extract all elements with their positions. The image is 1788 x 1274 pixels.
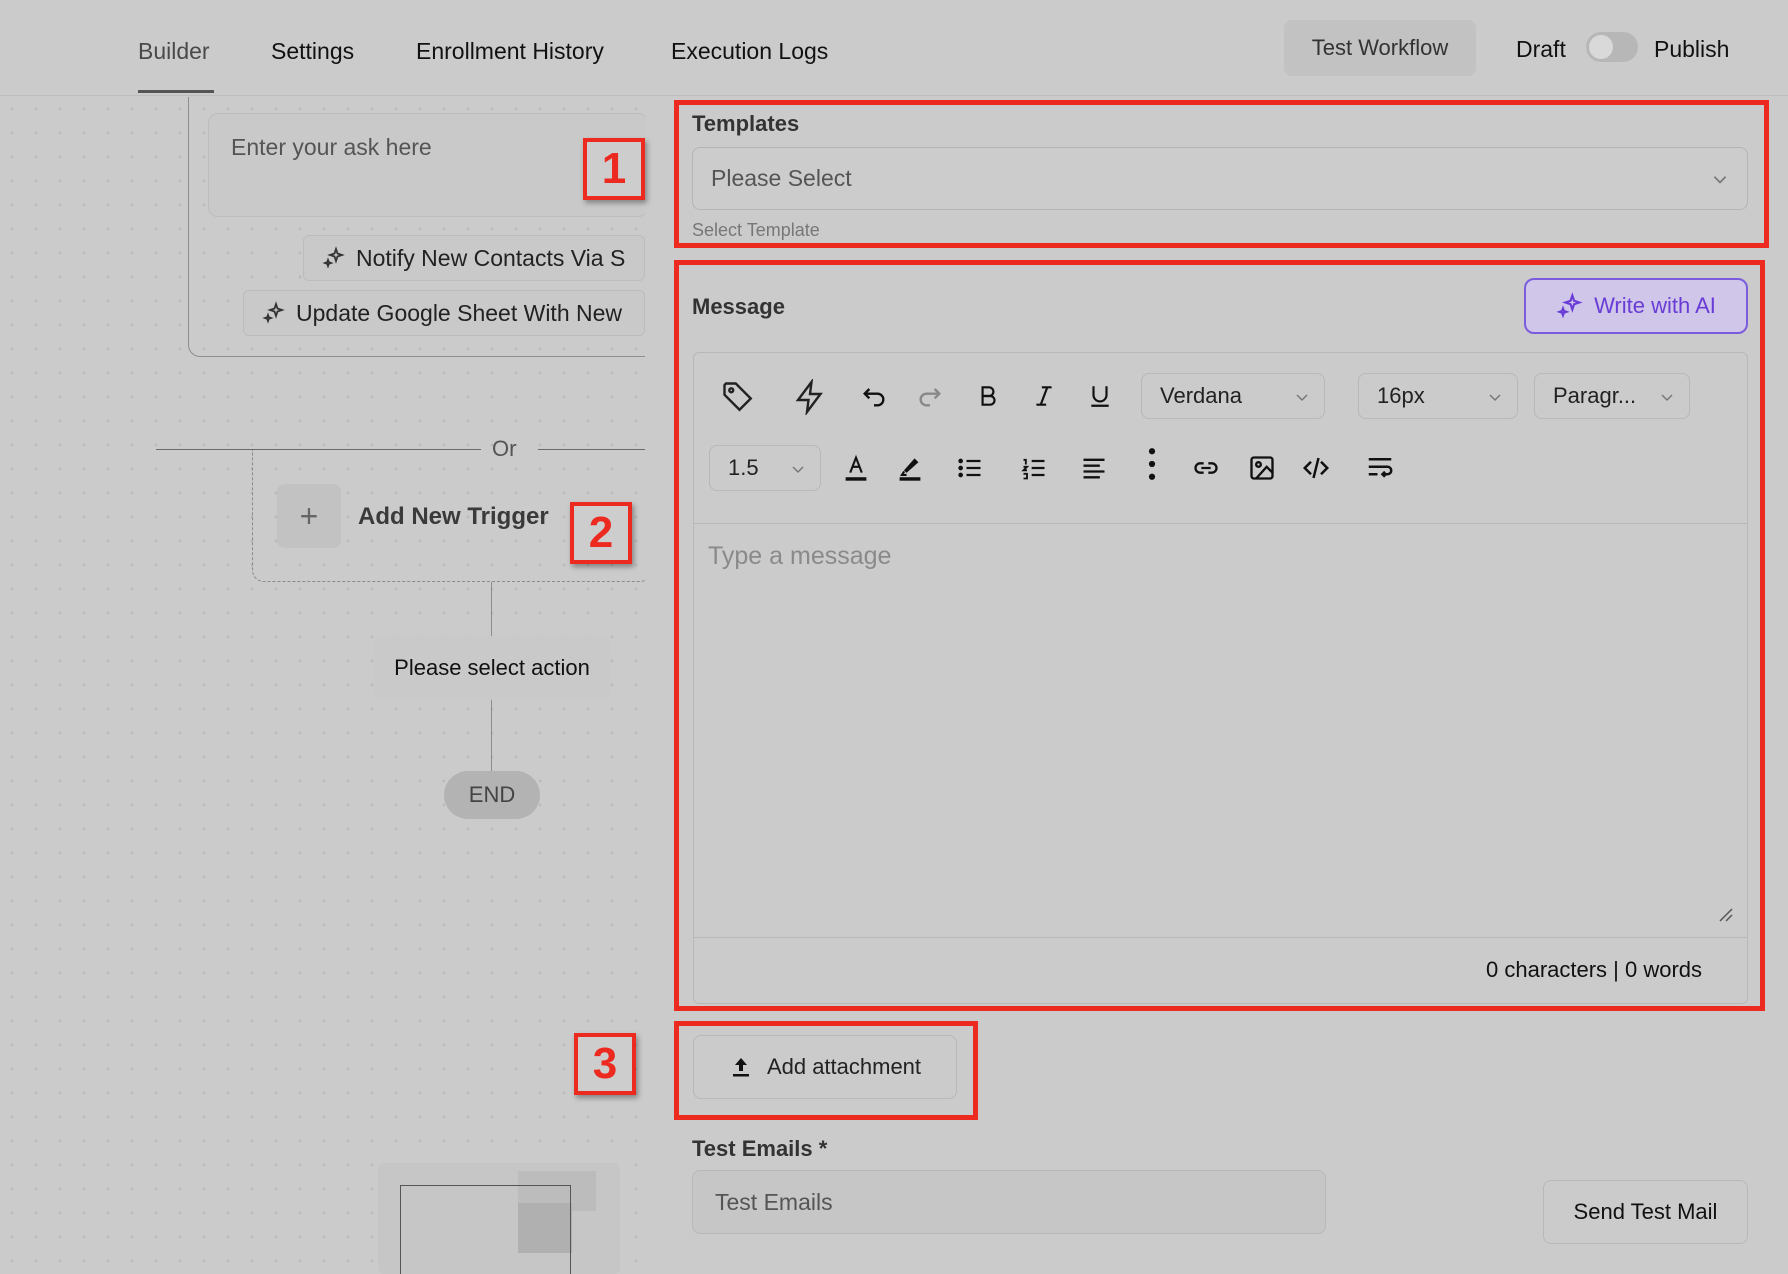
minimap[interactable] — [378, 1163, 620, 1274]
highlight-box-templates — [674, 100, 1769, 248]
send-test-mail-button[interactable]: Send Test Mail — [1543, 1180, 1748, 1244]
active-tab-indicator — [138, 90, 214, 93]
test-emails-label: Test Emails * — [692, 1136, 828, 1161]
publish-toggle[interactable] — [1586, 32, 1638, 62]
plus-icon[interactable]: + — [277, 484, 341, 548]
tab-builder[interactable]: Builder — [138, 38, 210, 65]
tab-execution-logs[interactable]: Execution Logs — [671, 38, 828, 65]
callout-2: 2 — [570, 502, 632, 564]
suggestion-chip[interactable]: Notify New Contacts Via S — [303, 235, 645, 281]
tab-settings[interactable]: Settings — [271, 38, 354, 65]
callout-1: 1 — [583, 138, 645, 200]
highlight-box-attachment — [674, 1021, 978, 1120]
suggestion-label: Notify New Contacts Via S — [356, 244, 626, 271]
connector-line — [491, 582, 492, 636]
highlight-box-message — [674, 260, 1765, 1011]
draft-label: Draft — [1516, 36, 1566, 62]
suggestion-chip[interactable]: Update Google Sheet With New — [243, 290, 645, 336]
top-nav: Builder Settings Enrollment History Exec… — [0, 0, 1788, 96]
select-action-node[interactable]: Please select action — [373, 636, 611, 700]
end-node: END — [444, 771, 540, 819]
test-workflow-button[interactable]: Test Workflow — [1284, 20, 1476, 76]
ask-input[interactable]: Enter your ask here — [208, 113, 648, 217]
sparkle-icon — [322, 246, 345, 269]
connector-line — [491, 700, 492, 771]
sparkle-icon — [262, 301, 285, 324]
tab-enrollment-history[interactable]: Enrollment History — [416, 38, 604, 65]
callout-3: 3 — [574, 1033, 636, 1095]
suggestion-label: Update Google Sheet With New — [296, 299, 623, 326]
publish-label: Publish — [1654, 36, 1730, 62]
add-new-trigger-label: Add New Trigger — [358, 503, 549, 530]
test-emails-input[interactable]: Test Emails — [692, 1170, 1326, 1234]
